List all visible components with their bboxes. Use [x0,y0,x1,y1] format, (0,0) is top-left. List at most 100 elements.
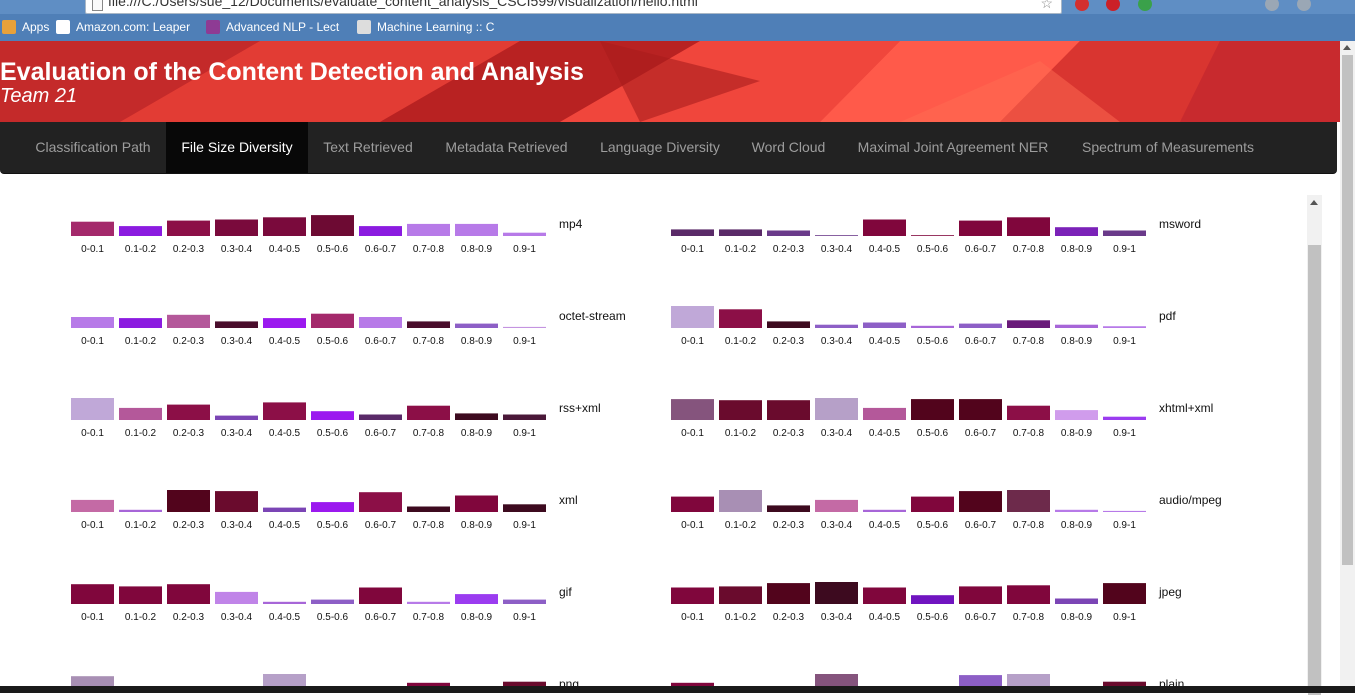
bar[interactable] [911,325,954,328]
bar[interactable] [863,587,906,605]
bar[interactable] [407,506,450,513]
bar[interactable] [1103,326,1146,328]
bar[interactable] [263,217,306,236]
bar[interactable] [1007,674,1050,686]
bar[interactable] [503,504,546,512]
bar[interactable] [911,399,954,420]
bar[interactable] [767,583,810,604]
bar[interactable] [863,509,906,512]
bar[interactable] [215,219,258,237]
bar[interactable] [263,402,306,420]
scroll-up-arrow-icon[interactable] [1310,200,1318,205]
bar[interactable] [719,586,762,604]
bar[interactable] [863,407,906,420]
bar[interactable] [263,601,306,604]
bar[interactable] [1103,416,1146,420]
bar[interactable] [815,499,858,512]
bar[interactable] [455,594,498,604]
bar[interactable] [719,229,762,236]
bar[interactable] [407,601,450,604]
bar[interactable] [407,405,450,420]
bar[interactable] [1007,585,1050,604]
bar[interactable] [359,492,402,512]
bar[interactable] [263,507,306,512]
bar[interactable] [1007,217,1050,236]
bar[interactable] [959,399,1002,420]
bar[interactable] [1007,320,1050,328]
scrollbar-thumb[interactable] [1342,55,1353,565]
bar[interactable] [959,323,1002,328]
bar[interactable] [359,226,402,236]
bar[interactable] [167,490,210,512]
bar[interactable] [71,499,114,512]
bar[interactable] [671,587,714,605]
bar[interactable] [719,490,762,512]
bar[interactable] [1103,510,1146,512]
bar[interactable] [359,414,402,421]
bar[interactable] [671,399,714,420]
bar[interactable] [1055,509,1098,512]
bar[interactable] [263,318,306,328]
bar[interactable] [359,317,402,328]
bar[interactable] [671,229,714,236]
bar[interactable] [503,326,546,328]
bar[interactable] [1007,490,1050,512]
bar[interactable] [911,235,954,236]
bar[interactable] [815,674,858,686]
bar[interactable] [959,586,1002,604]
bar[interactable] [719,309,762,328]
bar[interactable] [863,219,906,237]
bar[interactable] [311,502,354,512]
bar[interactable] [911,496,954,512]
bar[interactable] [815,398,858,420]
bar[interactable] [167,314,210,328]
bar[interactable] [671,306,714,328]
bar[interactable] [503,599,546,604]
bar[interactable] [959,220,1002,236]
bar[interactable] [311,411,354,420]
bar[interactable] [719,400,762,420]
bar[interactable] [767,400,810,420]
bar[interactable] [815,582,858,604]
bar[interactable] [311,215,354,236]
bar[interactable] [767,230,810,237]
bar[interactable] [1055,410,1098,420]
bar[interactable] [767,505,810,512]
bar[interactable] [1007,405,1050,420]
bar[interactable] [455,223,498,236]
bar[interactable] [407,321,450,328]
bar[interactable] [767,321,810,328]
bar[interactable] [1055,227,1098,236]
bar[interactable] [503,414,546,421]
bar[interactable] [1103,230,1146,237]
bar[interactable] [959,491,1002,512]
bar[interactable] [503,232,546,236]
bar[interactable] [455,413,498,420]
bar[interactable] [863,322,906,329]
bar[interactable] [215,321,258,328]
bar[interactable] [71,676,114,686]
scroll-up-arrow-icon[interactable] [1343,45,1351,50]
bar[interactable] [359,587,402,605]
bar[interactable] [455,495,498,513]
bar[interactable] [911,595,954,604]
bar[interactable] [959,675,1002,686]
bar[interactable] [1055,324,1098,328]
bar[interactable] [71,584,114,604]
page-scrollbar[interactable] [1340,41,1355,686]
bar[interactable] [815,324,858,328]
bar[interactable] [119,407,162,420]
bar[interactable] [407,223,450,236]
bar[interactable] [455,323,498,328]
bar[interactable] [71,221,114,236]
bar[interactable] [167,220,210,236]
bar[interactable] [815,235,858,236]
content-scrollbar[interactable] [1307,195,1322,695]
bar[interactable] [119,509,162,512]
bar[interactable] [167,584,210,604]
bar[interactable] [671,496,714,512]
bar[interactable] [215,591,258,604]
bar[interactable] [263,674,306,686]
bar[interactable] [167,404,210,420]
scrollbar-thumb[interactable] [1308,245,1321,695]
